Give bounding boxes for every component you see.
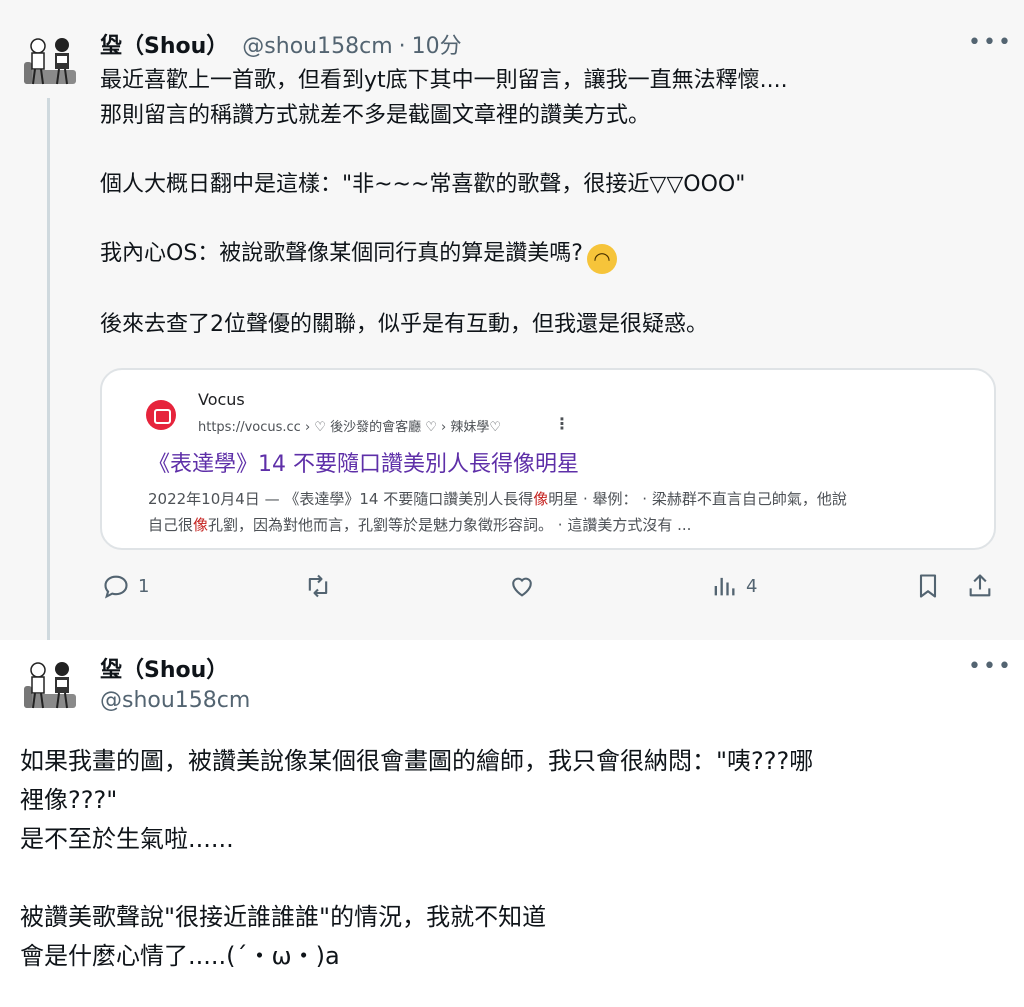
share-icon [969, 574, 991, 597]
post-handle-row: @shou158cm [100, 688, 250, 713]
card-title[interactable]: 《表達學》14 不要隨口讚美別人長得像明星 [148, 446, 579, 478]
avatar-illustration [20, 656, 80, 716]
author-name[interactable]: 㺸（Shou） [100, 28, 228, 60]
post-line [100, 274, 1000, 309]
post-line: 會是什麼心情了.....(´・ω・)a [20, 942, 340, 970]
post-line [100, 133, 1000, 168]
repost-icon [308, 574, 328, 598]
author-handle[interactable]: @shou158cm [100, 688, 250, 713]
avatar[interactable] [20, 32, 80, 92]
post-line [100, 202, 1000, 237]
views-button[interactable]: 4 [710, 572, 757, 600]
more-options-icon[interactable]: ••• [968, 656, 1013, 678]
card-site-name: Vocus [198, 390, 245, 409]
snippet-text: 自己很 [148, 516, 194, 534]
snippet-highlight: 像 [533, 490, 549, 508]
link-card[interactable]: Vocus https://vocus.cc › ♡ 後沙發的會客廳 ♡ › 辣… [100, 368, 996, 550]
heart-icon [512, 577, 532, 597]
author-handle[interactable]: @shou158cm [242, 34, 392, 59]
vocus-logo-icon [146, 400, 176, 430]
post-line: 裡像???" [20, 786, 118, 814]
post-header: 㺸（Shou） @shou158cm · 10分 [100, 28, 462, 60]
post-line: 最近喜歡上一首歌，但看到yt底下其中一則留言，讓我一直無法釋懷.... [100, 68, 788, 93]
post-text: 如果我畫的圖，被讚美說像某個很會畫圖的繪師，我只會很納悶："咦???哪 裡像??… [20, 742, 1010, 976]
upside-down-face-icon: ◠ [586, 243, 617, 274]
share-button[interactable] [966, 572, 994, 600]
card-url: https://vocus.cc › ♡ 後沙發的會客廳 ♡ › 辣妹學♡ [198, 420, 501, 435]
thread-line [47, 98, 50, 640]
reply-icon [104, 575, 128, 599]
avatar-illustration [20, 32, 80, 92]
post-line: 個人大概日翻中是這樣："非~~~常喜歡的歌聲，很接近▽▽OOO" [100, 171, 746, 197]
post-1: 㺸（Shou） @shou158cm · 10分 ••• 最近喜歡上一首歌，但看… [0, 0, 1024, 640]
post-header: 㺸（Shou） [100, 652, 228, 684]
avatar[interactable] [20, 656, 80, 716]
snippet-text: 孔劉，因為對他而言，孔劉等於是魅力象徵形容詞。 · 這讚美方式沒有 ... [208, 516, 692, 534]
views-icon [714, 577, 735, 596]
like-button[interactable] [508, 572, 536, 600]
reply-count: 1 [138, 575, 150, 597]
post-text: 最近喜歡上一首歌，但看到yt底下其中一則留言，讓我一直無法釋懷.... 那則留言… [100, 64, 1000, 343]
post-line: 如果我畫的圖，被讚美說像某個很會畫圖的繪師，我只會很納悶："咦???哪 [20, 747, 814, 775]
bookmark-icon [919, 574, 937, 598]
snippet-text: 2022年10月4日 — 《表達學》14 不要隨口讚美別人長得 [148, 490, 534, 508]
post-line: 那則留言的稱讚方式就差不多是截圖文章裡的讚美方式。 [100, 102, 651, 128]
snippet-line: 自己很像孔劉，因為對他而言，孔劉等於是魅力象徵形容詞。 · 這讚美方式沒有 ..… [148, 512, 978, 538]
kebab-menu-icon[interactable]: ⋮ [554, 414, 570, 433]
post-line: 我內心OS：被說歌聲像某個同行真的算是讚美嗎? ◠ [100, 237, 1000, 274]
reply-button[interactable]: 1 [102, 572, 149, 600]
snippet-text: 明星 · 舉例： · 梁赫群不直言自己帥氣，他說 [548, 490, 847, 508]
post-time[interactable]: 10分 [412, 28, 462, 60]
snippet-highlight: 像 [193, 516, 209, 534]
views-count: 4 [746, 575, 758, 597]
author-name[interactable]: 㺸（Shou） [100, 652, 228, 684]
snippet-line: 2022年10月4日 — 《表達學》14 不要隨口讚美別人長得像明星 · 舉例：… [148, 486, 978, 512]
separator: · [398, 34, 406, 59]
post-line-text: 我內心OS：被說歌聲像某個同行真的算是讚美嗎? [100, 240, 583, 266]
repost-button[interactable] [304, 572, 332, 600]
post-line: 後來去查了2位聲優的關聯，似乎是有互動，但我還是很疑惑。 [100, 312, 708, 337]
more-options-icon[interactable]: ••• [968, 32, 1013, 54]
post-line: 是不至於生氣啦...... [20, 825, 234, 853]
card-snippet: 2022年10月4日 — 《表達學》14 不要隨口讚美別人長得像明星 · 舉例：… [148, 486, 978, 538]
post-line [20, 859, 1010, 898]
post-line: 被讚美歌聲說"很接近誰誰誰"的情況，我就不知道 [20, 903, 547, 931]
bookmark-button[interactable] [914, 572, 942, 600]
